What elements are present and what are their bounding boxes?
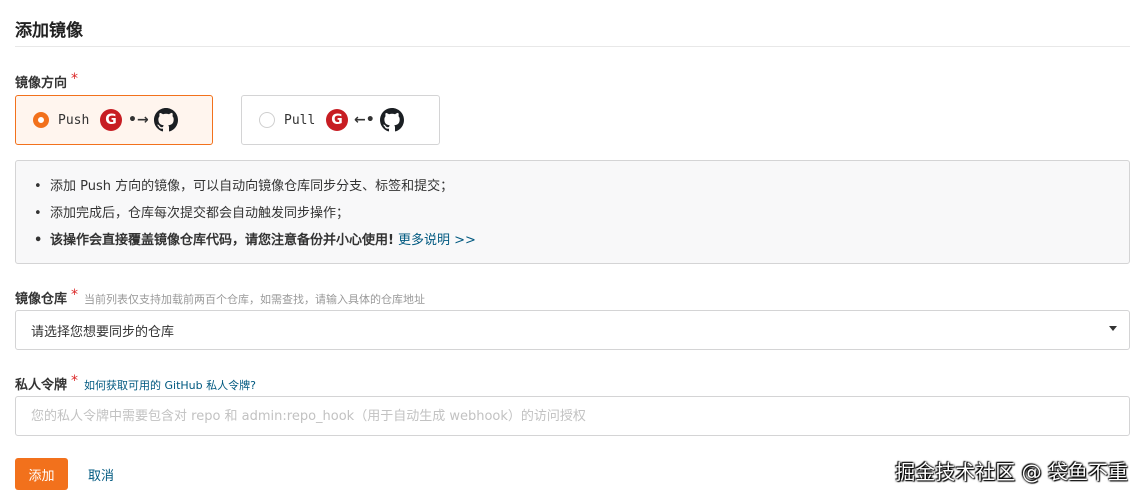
token-help-link[interactable]: 如何获取可用的 GitHub 私人令牌? [84,379,256,392]
direction-option-push[interactable]: Push G •→ [15,95,213,145]
caret-down-icon [1109,326,1117,331]
token-input[interactable] [15,396,1130,436]
notice-item-warning: 该操作会直接覆盖镜像仓库代码，请您注意备份并小心使用! 更多说明 >> [34,227,1129,254]
direction-label-row: 镜像方向 * [15,71,79,91]
repo-select[interactable]: 请选择您想要同步的仓库 [15,310,1130,350]
notice-item: 添加完成后，仓库每次提交都会自动触发同步操作； [34,200,1129,227]
arrow-right-icon: •→ [128,112,149,128]
direction-option-pull[interactable]: Pull G ←• [241,95,440,145]
warning-text: 该操作会直接覆盖镜像仓库代码，请您注意备份并小心使用! [50,233,394,248]
watermark: 掘金技术社区 @ 袋鱼不重 [895,460,1128,484]
direction-label: 镜像方向 [15,76,68,91]
github-icon [154,108,178,132]
token-label-row: 私人令牌 * 如何获取可用的 GitHub 私人令牌? [15,373,256,393]
direction-notice: 添加 Push 方向的镜像，可以自动向镜像仓库同步分支、标签和提交； 添加完成后… [15,160,1130,264]
token-label: 私人令牌 [15,378,68,393]
push-radio[interactable] [33,112,49,128]
notice-item: 添加 Push 方向的镜像，可以自动向镜像仓库同步分支、标签和提交； [34,173,1129,200]
required-mark: * [71,373,79,389]
pull-label: Pull [284,112,316,128]
gitee-icon: G [326,109,348,131]
repo-label-row: 镜像仓库 * 当前列表仅支持加载前两百个仓库，如需查找，请输入具体的仓库地址 [15,287,426,307]
cancel-button[interactable]: 取消 [88,465,114,484]
title-divider [15,46,1130,47]
page-title: 添加镜像 [15,21,83,41]
github-icon [380,108,404,132]
gitee-icon: G [100,109,122,131]
repo-label: 镜像仓库 [15,292,68,307]
required-mark: * [71,71,79,87]
repo-select-value: 请选择您想要同步的仓库 [31,324,175,340]
pull-radio[interactable] [259,112,275,128]
more-info-link[interactable]: 更多说明 >> [398,233,476,248]
push-label: Push [58,112,90,128]
repo-hint: 当前列表仅支持加载前两百个仓库，如需查找，请输入具体的仓库地址 [84,293,426,306]
add-button[interactable]: 添加 [15,458,68,490]
arrow-left-icon: ←• [354,112,375,128]
required-mark: * [71,287,79,303]
notice-list: 添加 Push 方向的镜像，可以自动向镜像仓库同步分支、标签和提交； 添加完成后… [34,173,1129,254]
